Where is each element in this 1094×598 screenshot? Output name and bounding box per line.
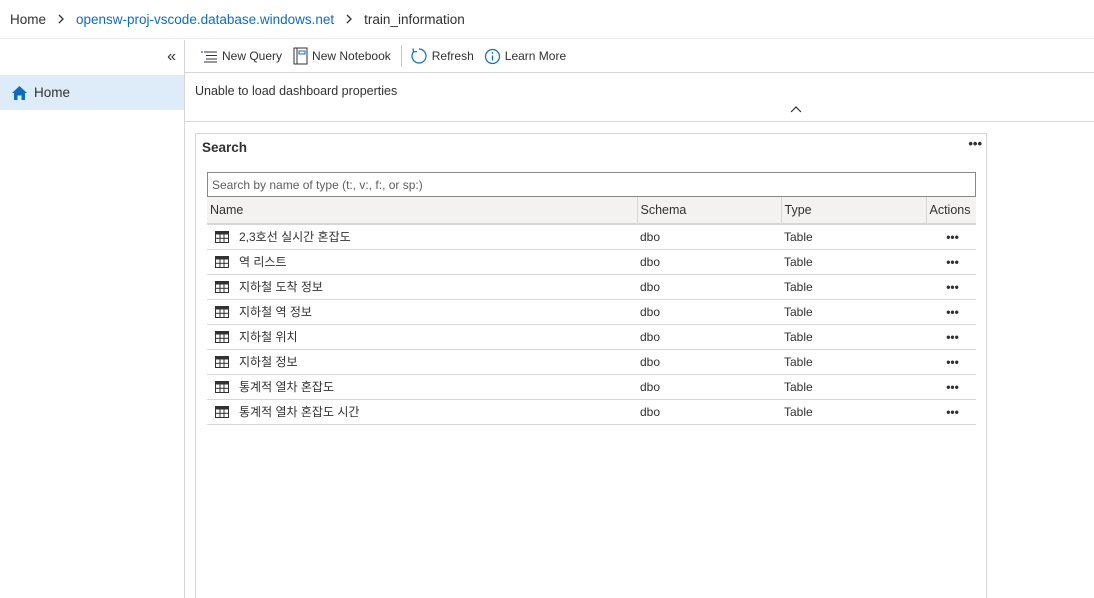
more-icon[interactable]: ••• (968, 136, 982, 151)
table-name: 지하철 역 정보 (239, 305, 312, 319)
table-icon (215, 255, 229, 268)
dashboard-properties: Unable to load dashboard properties (185, 73, 1094, 122)
table-row[interactable]: 지하철 역 정보 dbo Table ••• (207, 299, 976, 325)
breadcrumb-database[interactable]: train_information (364, 12, 465, 27)
cell-type: Table (781, 249, 926, 275)
new-notebook-button[interactable]: New Notebook (292, 47, 391, 65)
table-row[interactable]: 지하철 위치 dbo Table ••• (207, 324, 976, 350)
collapse-sidebar-icon[interactable]: « (167, 49, 176, 65)
chevron-right-icon (46, 14, 76, 24)
cell-type: Table (781, 224, 926, 250)
refresh-label: Refresh (431, 49, 474, 63)
table-icon (215, 305, 229, 318)
table-name: 지하철 정보 (239, 355, 298, 369)
table-row[interactable]: 통계적 열차 혼잡도 dbo Table ••• (207, 374, 976, 400)
new-query-label: New Query (222, 49, 283, 63)
cell-name[interactable]: 지하철 도착 정보 (207, 274, 637, 300)
cell-type: Table (781, 324, 926, 350)
table-icon (215, 230, 229, 243)
cell-name[interactable]: 2,3호선 실시간 혼잡도 (207, 224, 637, 250)
cell-schema: dbo (637, 249, 781, 275)
cell-schema: dbo (637, 324, 781, 350)
row-actions-button[interactable]: ••• (926, 374, 976, 400)
new-query-button[interactable]: New Query (200, 49, 282, 63)
column-header-actions: Actions (926, 197, 976, 225)
row-actions-button[interactable]: ••• (926, 224, 976, 250)
cell-type: Table (781, 349, 926, 375)
cell-type: Table (781, 299, 926, 325)
table-name: 2,3호선 실시간 혼잡도 (239, 230, 351, 245)
cell-name[interactable]: 역 리스트 (207, 249, 637, 275)
new-query-icon (201, 51, 217, 63)
table-icon (215, 330, 229, 343)
cell-schema: dbo (637, 274, 781, 300)
table-row[interactable]: 역 리스트 dbo Table ••• (207, 249, 976, 275)
chevron-right-icon (334, 14, 364, 24)
info-icon (484, 48, 500, 64)
table-icon (215, 355, 229, 368)
table-name: 역 리스트 (239, 255, 287, 269)
row-actions-button[interactable]: ••• (926, 349, 976, 375)
notebook-icon (293, 47, 308, 65)
table-name: 지하철 도착 정보 (239, 280, 323, 294)
table-icon (215, 280, 229, 293)
cell-name[interactable]: 지하철 정보 (207, 349, 637, 375)
table-row[interactable]: 지하철 도착 정보 dbo Table ••• (207, 274, 976, 300)
cell-name[interactable]: 지하철 위치 (207, 324, 637, 350)
cell-name[interactable]: 통계적 열차 혼잡도 시간 (207, 399, 637, 425)
breadcrumb-home[interactable]: Home (10, 12, 46, 27)
cell-schema: dbo (637, 349, 781, 375)
refresh-button[interactable]: Refresh (410, 47, 474, 65)
cell-schema: dbo (637, 299, 781, 325)
refresh-icon (411, 48, 427, 64)
column-header-name[interactable]: Name (207, 197, 638, 225)
home-icon (12, 85, 27, 100)
toolbar-divider (400, 45, 402, 67)
table-name: 지하철 위치 (239, 330, 298, 344)
cell-type: Table (781, 374, 926, 400)
dashboard-error-message: Unable to load dashboard properties (195, 84, 398, 98)
sidebar: « Home (0, 40, 185, 598)
search-widget-title: Search (202, 140, 248, 155)
toolbar: New Query New Notebook Refresh Learn Mor… (185, 40, 1094, 73)
table-name: 통계적 열차 혼잡도 시간 (239, 405, 360, 419)
table-icon (215, 405, 229, 418)
row-actions-button[interactable]: ••• (926, 274, 976, 300)
search-widget: Search ••• Name Schema Type Actions 2,3호… (195, 133, 987, 598)
cell-type: Table (781, 399, 926, 425)
breadcrumb: Home opensw-proj-vscode.database.windows… (0, 0, 1094, 39)
table-name: 통계적 열차 혼잡도 (239, 380, 334, 394)
cell-type: Table (781, 274, 926, 300)
cell-schema: dbo (637, 399, 781, 425)
cell-name[interactable]: 통계적 열차 혼잡도 (207, 374, 637, 400)
row-actions-button[interactable]: ••• (926, 324, 976, 350)
chevron-up-icon[interactable] (790, 105, 802, 113)
search-input[interactable] (207, 172, 976, 197)
row-actions-button[interactable]: ••• (926, 299, 976, 325)
objects-table: Name Schema Type Actions 2,3호선 실시간 혼잡도 db… (207, 197, 976, 425)
row-actions-button[interactable]: ••• (926, 249, 976, 275)
learn-more-button[interactable]: Learn More (484, 48, 566, 65)
cell-name[interactable]: 지하철 역 정보 (207, 299, 637, 325)
row-actions-button[interactable]: ••• (926, 399, 976, 425)
column-header-schema[interactable]: Schema (637, 197, 782, 225)
learn-more-label: Learn More (504, 49, 567, 63)
sidebar-item-label: Home (34, 85, 71, 100)
column-header-type[interactable]: Type (781, 197, 927, 225)
table-row[interactable]: 지하철 정보 dbo Table ••• (207, 349, 976, 375)
table-row[interactable]: 2,3호선 실시간 혼잡도 dbo Table ••• (207, 224, 976, 250)
table-header-row: Name Schema Type Actions (207, 197, 976, 225)
breadcrumb-server[interactable]: opensw-proj-vscode.database.windows.net (76, 12, 334, 27)
sidebar-item-home[interactable]: Home (0, 75, 184, 110)
cell-schema: dbo (637, 374, 781, 400)
table-icon (215, 380, 229, 393)
table-row[interactable]: 통계적 열차 혼잡도 시간 dbo Table ••• (207, 399, 976, 425)
cell-schema: dbo (637, 224, 781, 250)
new-notebook-label: New Notebook (312, 49, 391, 63)
main-panel: New Query New Notebook Refresh Learn Mor… (185, 40, 1094, 598)
